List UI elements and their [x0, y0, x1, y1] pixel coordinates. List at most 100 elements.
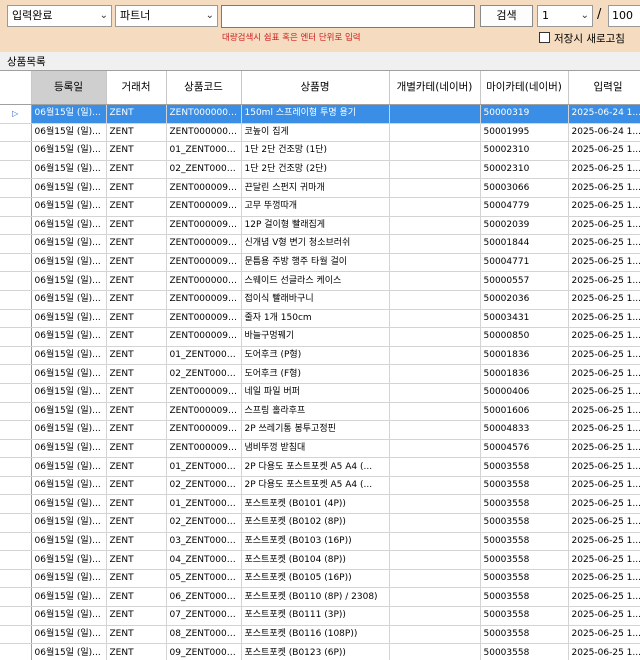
table-cell[interactable]: 06월15일 (일)... [31, 178, 107, 198]
table-cell[interactable]: ZENT [106, 160, 167, 180]
table-row[interactable]: 06월15일 (일)... ZENT ZENT00000947 줄자 1개 150cm… [0, 309, 640, 329]
table-row[interactable]: 06월15일 (일)... ZENT 01_ZENT0000... 도어후크 (P형)… [0, 346, 640, 366]
table-cell[interactable]: ZENT [106, 587, 167, 608]
table-cell[interactable]: 06월15일 (일)... [31, 327, 107, 347]
row-header[interactable] [0, 383, 32, 403]
table-cell[interactable]: 2P 다용도 포스트포켓 A5 A4 (... [241, 457, 390, 477]
table-cell[interactable]: 50001844 [480, 234, 569, 254]
table-cell[interactable]: ZENT00000951 [166, 253, 242, 273]
table-cell[interactable]: 2025-06-25 1... [568, 587, 640, 608]
table-cell[interactable]: 06월15일 (일)... [31, 439, 107, 459]
table-row[interactable]: 06월15일 (일)... ZENT 09_ZENT0000... 포스트포켓 (B0… [0, 643, 640, 660]
table-cell[interactable]: 50003558 [480, 587, 569, 608]
table-cell[interactable]: 스웨이드 선글라스 케이스 [241, 271, 390, 291]
table-cell[interactable]: 06월15일 (일)... [31, 364, 107, 384]
table-cell[interactable]: 06_ZENT0000... [166, 587, 242, 608]
table-cell[interactable]: 06월15일 (일)... [31, 550, 107, 570]
table-cell[interactable]: 50000557 [480, 271, 569, 291]
table-cell[interactable]: 2025-06-25 1... [568, 625, 640, 645]
table-cell[interactable]: ZENT [106, 234, 167, 254]
table-cell[interactable]: ZENT00000096 [166, 123, 242, 143]
table-cell[interactable]: 06월15일 (일)... [31, 253, 107, 273]
table-cell[interactable]: 2025-06-25 1... [568, 309, 640, 329]
table-cell[interactable]: ZENT [106, 271, 167, 291]
table-row[interactable]: 06월15일 (일)... ZENT 02_ZENT0000... 2P 다용도 포스… [0, 476, 640, 496]
table-cell[interactable]: 포스트포켓 (B0111 (3P)) [241, 606, 390, 626]
table-cell[interactable]: 2025-06-25 1... [568, 197, 640, 217]
table-cell[interactable]: ZENT [106, 420, 167, 440]
row-header[interactable] [0, 494, 32, 515]
table-cell[interactable]: 2025-06-25 1... [568, 494, 640, 515]
table-cell[interactable]: ZENT [106, 569, 167, 589]
table-cell[interactable]: 07_ZENT0000... [166, 606, 242, 626]
table-cell[interactable]: ZENT [106, 643, 167, 660]
table-cell[interactable]: 2025-06-25 1... [568, 513, 640, 533]
table-cell[interactable] [389, 364, 481, 384]
table-cell[interactable]: 08_ZENT0000... [166, 625, 242, 645]
table-cell[interactable]: 50003558 [480, 476, 569, 496]
table-cell[interactable]: 포스트포켓 (B0103 (16P)) [241, 532, 390, 552]
table-cell[interactable]: 06월15일 (일)... [31, 420, 107, 440]
table-cell[interactable]: 포스트포켓 (B0105 (16P)) [241, 569, 390, 589]
table-cell[interactable]: 50001836 [480, 364, 569, 384]
table-cell[interactable]: ZENT [106, 346, 167, 366]
table-cell[interactable]: 1단 2단 건조망 (1단) [241, 141, 390, 161]
table-cell[interactable] [389, 383, 481, 403]
search-button[interactable]: 검색 [480, 5, 533, 27]
row-header[interactable] [0, 216, 32, 236]
table-cell[interactable] [389, 439, 481, 459]
column-header[interactable]: 마이카테(네이버) [480, 71, 569, 105]
table-cell[interactable]: 05_ZENT0000... [166, 569, 242, 589]
row-header[interactable] [0, 457, 32, 477]
table-cell[interactable]: ZENT00000098 [166, 104, 242, 124]
table-cell[interactable]: 50003558 [480, 532, 569, 552]
table-cell[interactable]: ZENT [106, 625, 167, 645]
checkbox-icon[interactable] [539, 32, 550, 43]
row-header[interactable] [0, 643, 32, 660]
row-header[interactable] [0, 141, 32, 161]
column-header[interactable]: 상품명 [241, 71, 390, 105]
table-cell[interactable]: 01_ZENT0000... [166, 457, 242, 477]
table-cell[interactable]: 50004833 [480, 420, 569, 440]
table-cell[interactable]: 네일 파일 버퍼 [241, 383, 390, 403]
row-header[interactable] [0, 476, 32, 496]
table-cell[interactable]: 06월15일 (일)... [31, 271, 107, 291]
table-cell[interactable]: 50000406 [480, 383, 569, 403]
table-cell[interactable]: 02_ZENT0000... [166, 364, 242, 384]
table-row[interactable]: 06월15일 (일)... ZENT ZENT00000942 스프링 홀라후프 500… [0, 402, 640, 422]
row-header[interactable] [0, 346, 32, 366]
table-cell[interactable]: 도어후크 (P형) [241, 346, 390, 366]
table-cell[interactable]: ZENT [106, 532, 167, 552]
table-cell[interactable]: 50003558 [480, 513, 569, 533]
table-cell[interactable]: 고무 뚜껑따개 [241, 197, 390, 217]
row-header[interactable] [0, 532, 32, 552]
table-cell[interactable]: 06월15일 (일)... [31, 216, 107, 236]
table-cell[interactable] [389, 216, 481, 236]
table-cell[interactable]: ZENT [106, 123, 167, 143]
table-cell[interactable] [389, 104, 481, 124]
row-header[interactable] [0, 309, 32, 329]
table-cell[interactable]: ZENT [106, 457, 167, 477]
table-cell[interactable]: 2025-06-25 1... [568, 569, 640, 589]
table-cell[interactable] [389, 253, 481, 273]
table-cell[interactable]: 포스트포켓 (B0104 (8P)) [241, 550, 390, 570]
table-cell[interactable]: ZENT [106, 253, 167, 273]
table-cell[interactable]: 문틈용 주방 행주 타월 걸이 [241, 253, 390, 273]
table-cell[interactable]: 냄비뚜껑 받침대 [241, 439, 390, 459]
table-cell[interactable]: 2025-06-25 1... [568, 439, 640, 459]
table-cell[interactable]: 06월15일 (일)... [31, 494, 107, 515]
table-cell[interactable]: 50001606 [480, 402, 569, 422]
table-cell[interactable]: 06월15일 (일)... [31, 383, 107, 403]
row-header[interactable] [0, 160, 32, 180]
table-cell[interactable]: 2P 쓰레기통 봉투고정핀 [241, 420, 390, 440]
table-cell[interactable]: ZENT00000095 [166, 271, 242, 291]
table-cell[interactable]: ZENT00000942 [166, 402, 242, 422]
row-header[interactable] [0, 513, 32, 533]
table-row[interactable]: 06월15일 (일)... ZENT 07_ZENT0000... 포스트포켓 (B0… [0, 606, 640, 626]
table-cell[interactable]: 2025-06-25 1... [568, 290, 640, 310]
table-cell[interactable] [389, 587, 481, 608]
table-cell[interactable]: 06월15일 (일)... [31, 141, 107, 161]
table-cell[interactable]: 09_ZENT0000... [166, 643, 242, 660]
column-header[interactable]: 등록일 [31, 71, 107, 105]
table-cell[interactable]: 06월15일 (일)... [31, 234, 107, 254]
